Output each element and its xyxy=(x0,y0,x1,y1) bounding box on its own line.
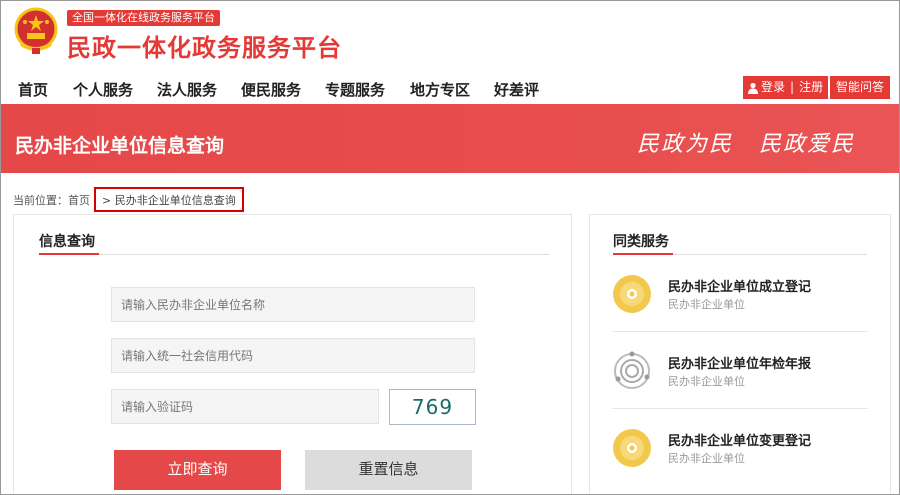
breadcrumb: 当前位置： 首页 > 民办非企业单位信息查询 xyxy=(13,187,244,212)
service-category: 民办非企业单位 xyxy=(668,375,745,388)
service-divider xyxy=(612,331,868,332)
register-link[interactable]: 注册 xyxy=(799,76,823,99)
service-name: 民办非企业单位年检年报 xyxy=(668,357,812,372)
query-panel-title: 信息查询 xyxy=(39,234,95,250)
breadcrumb-arrow: > xyxy=(102,194,112,207)
related-service-item[interactable]: 民办非企业单位年检年报 民办非企业单位 xyxy=(590,351,890,427)
related-title-underline xyxy=(613,253,673,255)
nav-item-convenience-services[interactable]: 便民服务 xyxy=(241,79,301,100)
captcha-input[interactable] xyxy=(111,389,379,424)
page-banner: 民办非企业单位信息查询 民政为民 民政爱民 xyxy=(1,104,899,173)
platform-tagline: 全国一体化在线政务服务平台 xyxy=(67,10,220,26)
related-services-panel: 同类服务 民办非企业单位成立登记 民办非企业单位 民办非企业单位年检年报 民办非… xyxy=(589,214,891,494)
sun-disc-icon xyxy=(613,429,651,467)
login-separator: | xyxy=(790,80,795,94)
nav-item-local-zone[interactable]: 地方专区 xyxy=(410,79,470,100)
sun-disc-icon xyxy=(613,275,651,313)
credit-code-input[interactable] xyxy=(111,338,475,373)
login-register-box: 登录 | 注册 xyxy=(743,76,828,99)
banner-slogan: 民政为民 民政爱民 xyxy=(637,126,855,158)
nav-item-home[interactable]: 首页 xyxy=(18,79,48,100)
orbit-ring-icon xyxy=(614,351,650,389)
related-panel-title: 同类服务 xyxy=(613,234,669,250)
info-query-panel: 信息查询 769 立即查询 重置信息 xyxy=(13,214,572,494)
page-frame: 全国一体化在线政务服务平台 民政一体化政务服务平台 首页 个人服务 法人服务 便… xyxy=(0,0,900,495)
service-category: 民办非企业单位 xyxy=(668,452,745,465)
nav-item-feedback-rating[interactable]: 好差评 xyxy=(494,79,539,100)
nav-item-personal-services[interactable]: 个人服务 xyxy=(73,79,133,100)
org-name-input[interactable] xyxy=(111,287,475,322)
slogan-part-1: 民政为民 xyxy=(637,132,734,157)
query-title-underline xyxy=(39,253,99,255)
query-button[interactable]: 立即查询 xyxy=(114,450,281,490)
smart-qa-button[interactable]: 智能问答 xyxy=(830,76,890,99)
breadcrumb-home-link[interactable]: 首页 xyxy=(68,192,90,208)
site-header: 全国一体化在线政务服务平台 民政一体化政务服务平台 xyxy=(1,1,899,71)
query-title-rule xyxy=(99,254,549,255)
service-category: 民办非企业单位 xyxy=(668,298,745,311)
breadcrumb-current-label: 民办非企业单位信息查询 xyxy=(114,194,236,207)
related-service-item[interactable]: 民办非企业单位变更登记 民办非企业单位 xyxy=(590,428,890,494)
breadcrumb-current: > 民办非企业单位信息查询 xyxy=(94,187,244,212)
related-title-rule xyxy=(673,254,867,255)
related-service-item[interactable]: 民办非企业单位成立登记 民办非企业单位 xyxy=(590,274,890,350)
site-title[interactable]: 民政一体化政务服务平台 xyxy=(67,28,342,63)
service-name: 民办非企业单位成立登记 xyxy=(668,280,812,295)
captcha-image[interactable]: 769 xyxy=(389,389,476,425)
nav-item-legal-entity-services[interactable]: 法人服务 xyxy=(157,79,217,100)
page-title: 民办非企业单位信息查询 xyxy=(15,135,225,157)
service-divider xyxy=(612,408,868,409)
slogan-part-2: 民政爱民 xyxy=(759,132,856,157)
reset-button[interactable]: 重置信息 xyxy=(305,450,472,490)
national-emblem-icon xyxy=(14,7,58,54)
user-icon xyxy=(748,82,758,94)
breadcrumb-prefix: 当前位置： xyxy=(13,193,68,207)
login-link[interactable]: 登录 xyxy=(761,76,785,99)
service-name: 民办非企业单位变更登记 xyxy=(668,434,812,449)
nav-item-topic-services[interactable]: 专题服务 xyxy=(325,79,385,100)
